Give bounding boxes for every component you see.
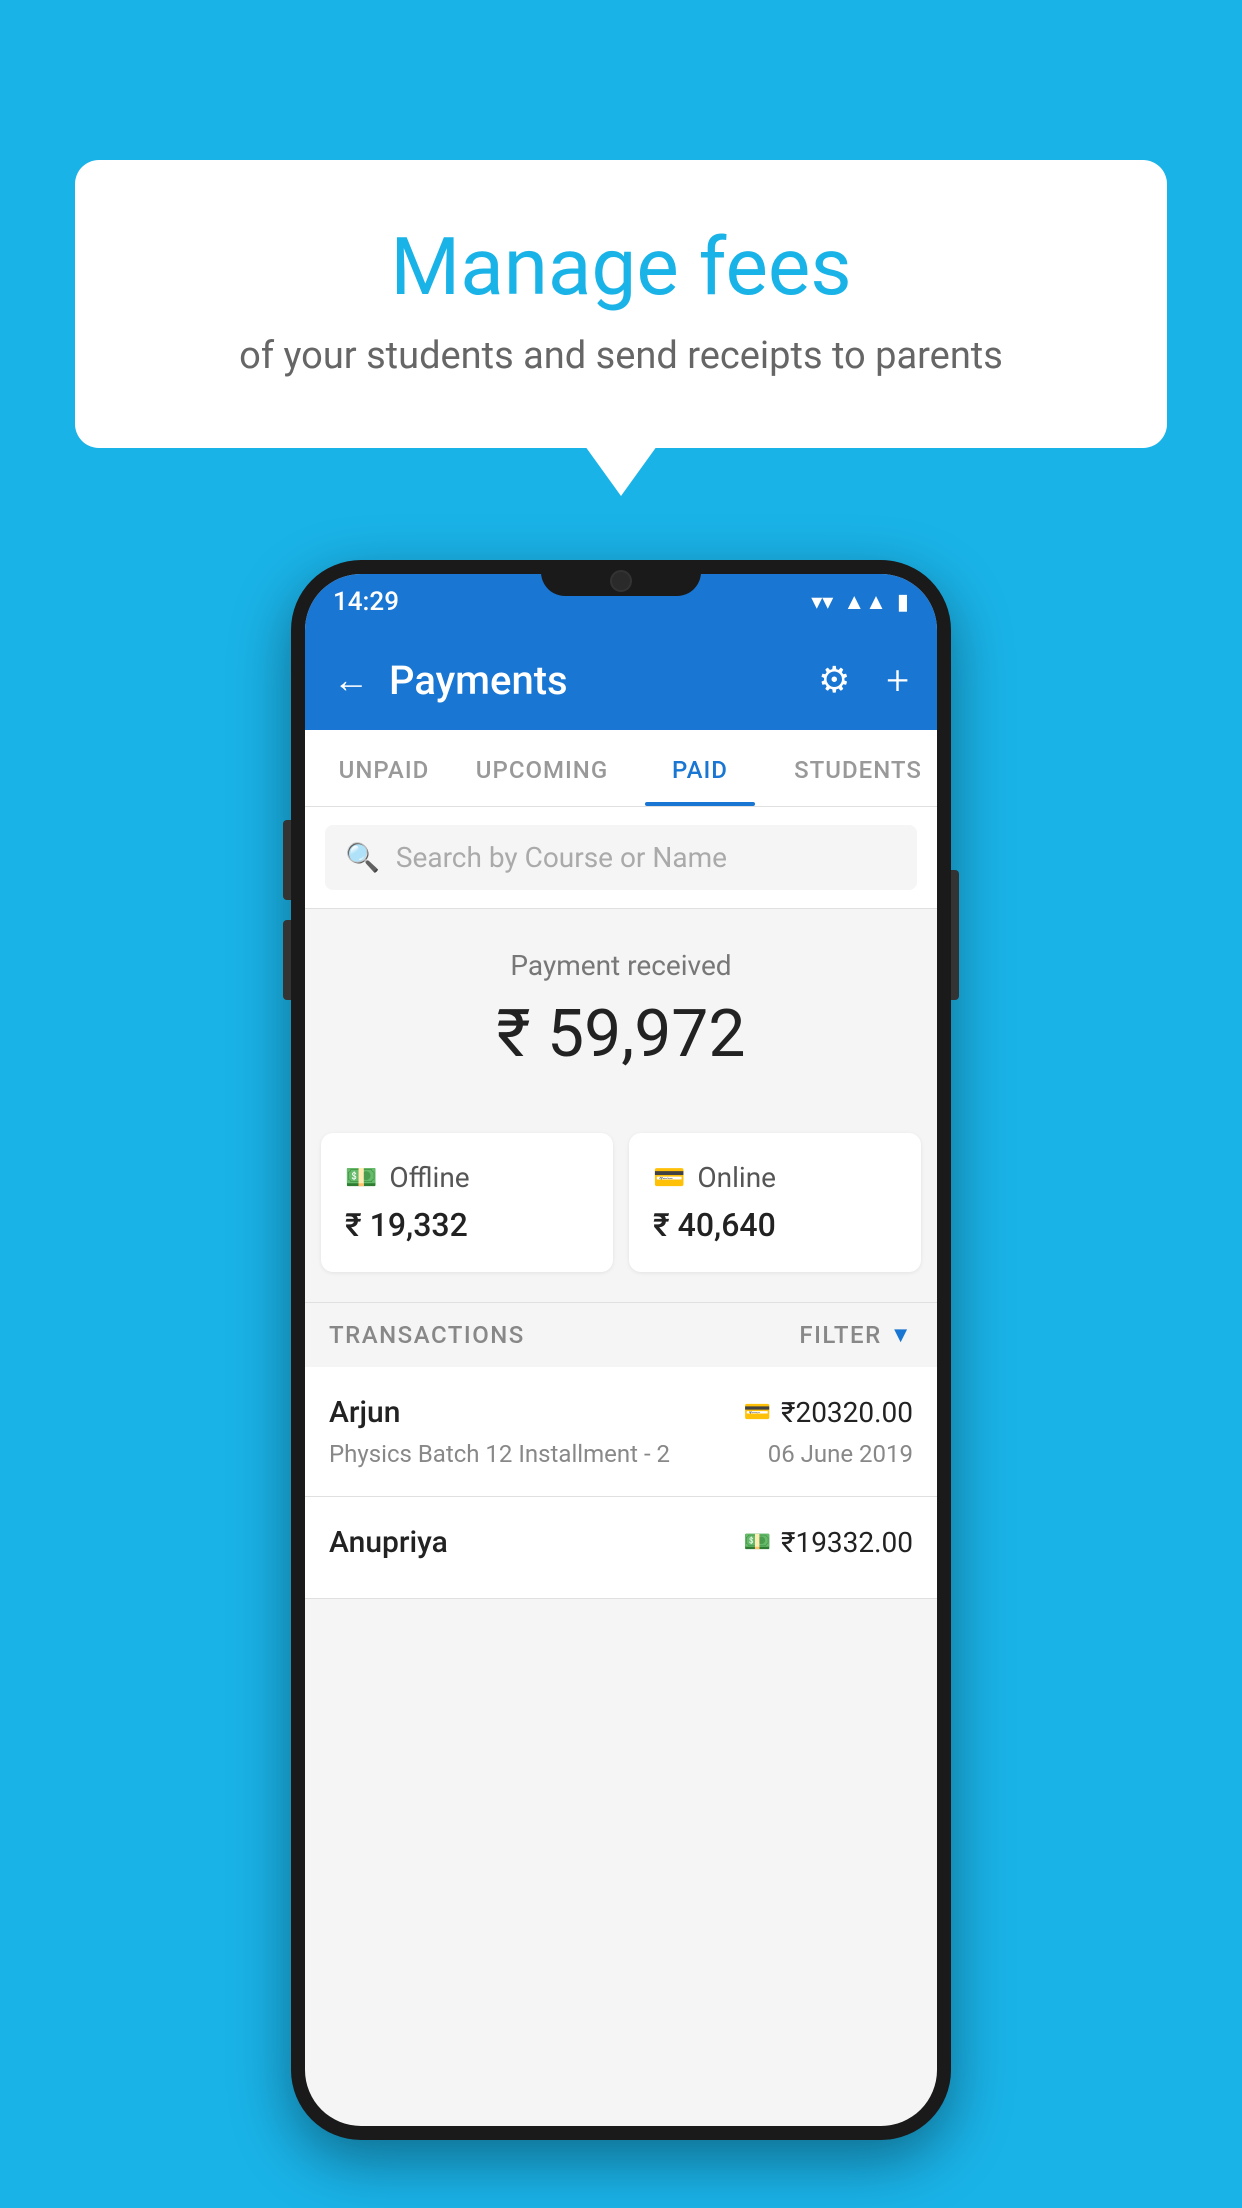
online-card-icon: 💳 — [744, 1400, 771, 1425]
offline-label: Offline — [389, 1161, 469, 1194]
bubble-subtitle: of your students and send receipts to pa… — [125, 334, 1117, 378]
transaction-top-row: Arjun 💳 ₹20320.00 — [329, 1395, 913, 1430]
tab-paid[interactable]: PAID — [621, 730, 779, 806]
search-icon: 🔍 — [345, 841, 380, 874]
transaction-bottom-row: Physics Batch 12 Installment - 2 06 June… — [329, 1440, 913, 1468]
transaction-name: Arjun — [329, 1395, 400, 1430]
transactions-header: TRANSACTIONS FILTER ▼ — [305, 1302, 937, 1367]
transaction-amount: ₹19332.00 — [781, 1526, 913, 1559]
online-label: Online — [697, 1161, 776, 1194]
offline-payment-icon: 💵 — [345, 1163, 377, 1193]
battery-icon: ▮ — [897, 590, 909, 615]
front-camera — [610, 570, 632, 592]
online-payment-icon: 💳 — [653, 1163, 685, 1193]
page-title: Payments — [389, 657, 798, 704]
transaction-date: 06 June 2019 — [768, 1440, 913, 1468]
transaction-amount-row: 💵 ₹19332.00 — [744, 1526, 913, 1559]
search-input[interactable]: Search by Course or Name — [396, 841, 727, 874]
search-container: 🔍 Search by Course or Name — [305, 807, 937, 909]
tab-upcoming[interactable]: UPCOMING — [463, 730, 621, 806]
tab-students[interactable]: STUDENTS — [779, 730, 937, 806]
back-button[interactable]: ← — [333, 659, 369, 701]
offline-icon: 💵 — [744, 1530, 771, 1555]
offline-payment-card: 💵 Offline ₹ 19,332 — [321, 1133, 613, 1272]
filter-button[interactable]: FILTER ▼ — [799, 1321, 913, 1349]
bubble-title: Manage fees — [125, 220, 1117, 314]
transaction-item[interactable]: Anupriya 💵 ₹19332.00 — [305, 1497, 937, 1599]
phone-frame: 14:29 ▾▾ ▲▲ ▮ ← Payments ⚙ + UNPAID UPCO… — [291, 560, 951, 2140]
status-time: 14:29 — [333, 587, 399, 617]
signal-icon: ▲▲ — [843, 589, 887, 615]
online-card-header: 💳 Online — [653, 1161, 776, 1194]
status-icons: ▾▾ ▲▲ ▮ — [811, 589, 909, 615]
transactions-label: TRANSACTIONS — [329, 1321, 525, 1349]
payment-cards: 💵 Offline ₹ 19,332 💳 Online ₹ 40,640 — [305, 1133, 937, 1302]
add-button[interactable]: + — [886, 657, 909, 704]
wifi-icon: ▾▾ — [811, 590, 833, 615]
speech-bubble: Manage fees of your students and send re… — [75, 160, 1167, 448]
transaction-detail: Physics Batch 12 Installment - 2 — [329, 1440, 670, 1468]
payment-received-label: Payment received — [325, 949, 917, 982]
search-bar[interactable]: 🔍 Search by Course or Name — [325, 825, 917, 890]
power-button — [951, 870, 959, 1000]
offline-amount: ₹ 19,332 — [345, 1206, 468, 1244]
filter-icon: ▼ — [890, 1322, 913, 1348]
app-header: ← Payments ⚙ + — [305, 630, 937, 730]
settings-button[interactable]: ⚙ — [818, 659, 850, 701]
transaction-amount-row: 💳 ₹20320.00 — [744, 1396, 913, 1429]
transaction-amount: ₹20320.00 — [781, 1396, 913, 1429]
transaction-top-row: Anupriya 💵 ₹19332.00 — [329, 1525, 913, 1560]
volume-up-button — [283, 820, 291, 900]
phone-notch — [541, 560, 701, 596]
tab-bar: UNPAID UPCOMING PAID STUDENTS — [305, 730, 937, 807]
transaction-item[interactable]: Arjun 💳 ₹20320.00 Physics Batch 12 Insta… — [305, 1367, 937, 1497]
filter-text: FILTER — [799, 1321, 881, 1349]
tab-unpaid[interactable]: UNPAID — [305, 730, 463, 806]
transaction-name: Anupriya — [329, 1525, 448, 1560]
payment-summary: Payment received ₹ 59,972 — [305, 909, 937, 1133]
online-amount: ₹ 40,640 — [653, 1206, 776, 1244]
payment-total-amount: ₹ 59,972 — [325, 996, 917, 1073]
offline-card-header: 💵 Offline — [345, 1161, 470, 1194]
phone-screen: 14:29 ▾▾ ▲▲ ▮ ← Payments ⚙ + UNPAID UPCO… — [305, 574, 937, 2126]
online-payment-card: 💳 Online ₹ 40,640 — [629, 1133, 921, 1272]
volume-down-button — [283, 920, 291, 1000]
